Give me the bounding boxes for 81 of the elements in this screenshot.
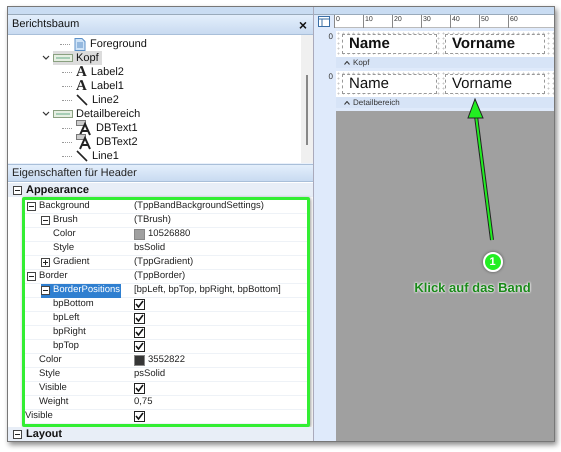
property-value: psSolid (134, 367, 166, 382)
annotation-text: Klick auf das Band (414, 279, 531, 297)
line-icon (76, 150, 88, 162)
property-name[interactable]: bpTop (53, 340, 80, 354)
collapse-icon[interactable] (27, 202, 36, 211)
expand-icon[interactable] (41, 258, 50, 267)
category-label: Appearance (26, 182, 89, 198)
property-value: bsSolid (134, 241, 166, 256)
band-area[interactable]: Name Vorname (336, 31, 554, 57)
band-bar[interactable]: Kopf (336, 57, 554, 68)
tree-item[interactable]: Foreground (90, 36, 147, 52)
band-bar[interactable]: Detailbereich (336, 97, 554, 108)
collapse-icon[interactable] (13, 186, 22, 194)
chevron-down-icon[interactable] (42, 55, 50, 61)
tree-item[interactable]: Detailbereich (53, 107, 144, 121)
collapse-icon[interactable] (13, 430, 22, 438)
caret-up-icon (344, 100, 350, 104)
property-name[interactable]: Visible (25, 410, 54, 424)
panel-title: Eigenschaften für Header (12, 166, 137, 181)
margin-label: 0 (328, 31, 333, 43)
collapse-icon[interactable] (41, 286, 50, 295)
band-label: Kopf (353, 56, 370, 68)
band-icon (53, 110, 73, 118)
checkbox[interactable] (134, 299, 145, 310)
checkbox[interactable] (134, 383, 145, 394)
property-value: (TppBorder) (134, 269, 186, 284)
collapse-icon[interactable] (27, 272, 36, 281)
property-name[interactable]: Style (53, 242, 76, 256)
property-name[interactable]: bpRight (53, 326, 87, 340)
collapse-icon[interactable] (41, 216, 50, 225)
tree-item[interactable]: Kopf (53, 51, 102, 65)
db-letter-icon (76, 134, 92, 150)
report-label[interactable]: Name (342, 34, 437, 54)
checkbox[interactable] (134, 327, 145, 338)
tree-item[interactable]: DBText1 (96, 120, 138, 136)
property-value: [bpLeft, bpTop, bpRight, bpBottom] (134, 283, 281, 298)
report-label[interactable]: Name (342, 74, 437, 94)
property-value: 3552822 (148, 353, 185, 368)
property-value: (TBrush) (134, 213, 171, 228)
property-name[interactable]: Brush (41, 214, 79, 228)
checkbox[interactable] (134, 313, 145, 324)
property-name[interactable]: Gradient (41, 256, 90, 270)
tree-item[interactable]: Line1 (92, 148, 119, 164)
scrollbar[interactable] (301, 35, 313, 163)
checkbox[interactable] (134, 411, 145, 422)
property-name[interactable]: bpBottom (53, 298, 95, 312)
property-value: (TppBandBackgroundSettings) (134, 199, 264, 214)
report-label[interactable]: Vorname (445, 74, 545, 94)
property-name[interactable]: Border (27, 270, 69, 284)
page-icon (74, 38, 86, 50)
band-area[interactable]: Name Vorname (336, 71, 554, 97)
property-name[interactable]: Style (39, 368, 62, 382)
line-icon (76, 94, 88, 106)
property-name[interactable]: Visible (39, 382, 68, 396)
category-label: Layout (26, 426, 62, 441)
property-value: 10526880 (148, 227, 190, 242)
band-label: Detailbereich (353, 96, 400, 108)
property-name[interactable]: Background (27, 200, 91, 214)
caret-up-icon (344, 60, 350, 64)
letter-icon: A (76, 64, 87, 80)
letter-icon: A (76, 78, 87, 94)
tree-item[interactable]: Label1 (90, 78, 124, 94)
property-name[interactable]: Color (53, 228, 77, 242)
property-name[interactable]: Color (39, 354, 63, 368)
property-value: (TppGradient) (134, 255, 194, 270)
report-label[interactable]: Vorname (445, 34, 545, 54)
chevron-down-icon[interactable] (42, 111, 50, 117)
tree-item[interactable]: Label2 (90, 64, 124, 80)
property-name[interactable]: BorderPositions (41, 284, 122, 298)
tree-item[interactable]: Line2 (92, 92, 119, 108)
layout-icon[interactable] (318, 16, 330, 27)
property-name[interactable]: bpLeft (53, 312, 80, 326)
property-value: 0,75 (134, 395, 152, 410)
panel-title: Berichtsbaum (12, 17, 80, 32)
tree-item[interactable]: DBText2 (96, 134, 138, 150)
margin-label: 0 (328, 71, 333, 83)
property-name[interactable]: Weight (39, 396, 70, 410)
checkbox[interactable] (134, 341, 145, 352)
band-icon (53, 54, 73, 62)
db-letter-icon (76, 120, 92, 136)
close-button[interactable]: × (296, 18, 309, 32)
